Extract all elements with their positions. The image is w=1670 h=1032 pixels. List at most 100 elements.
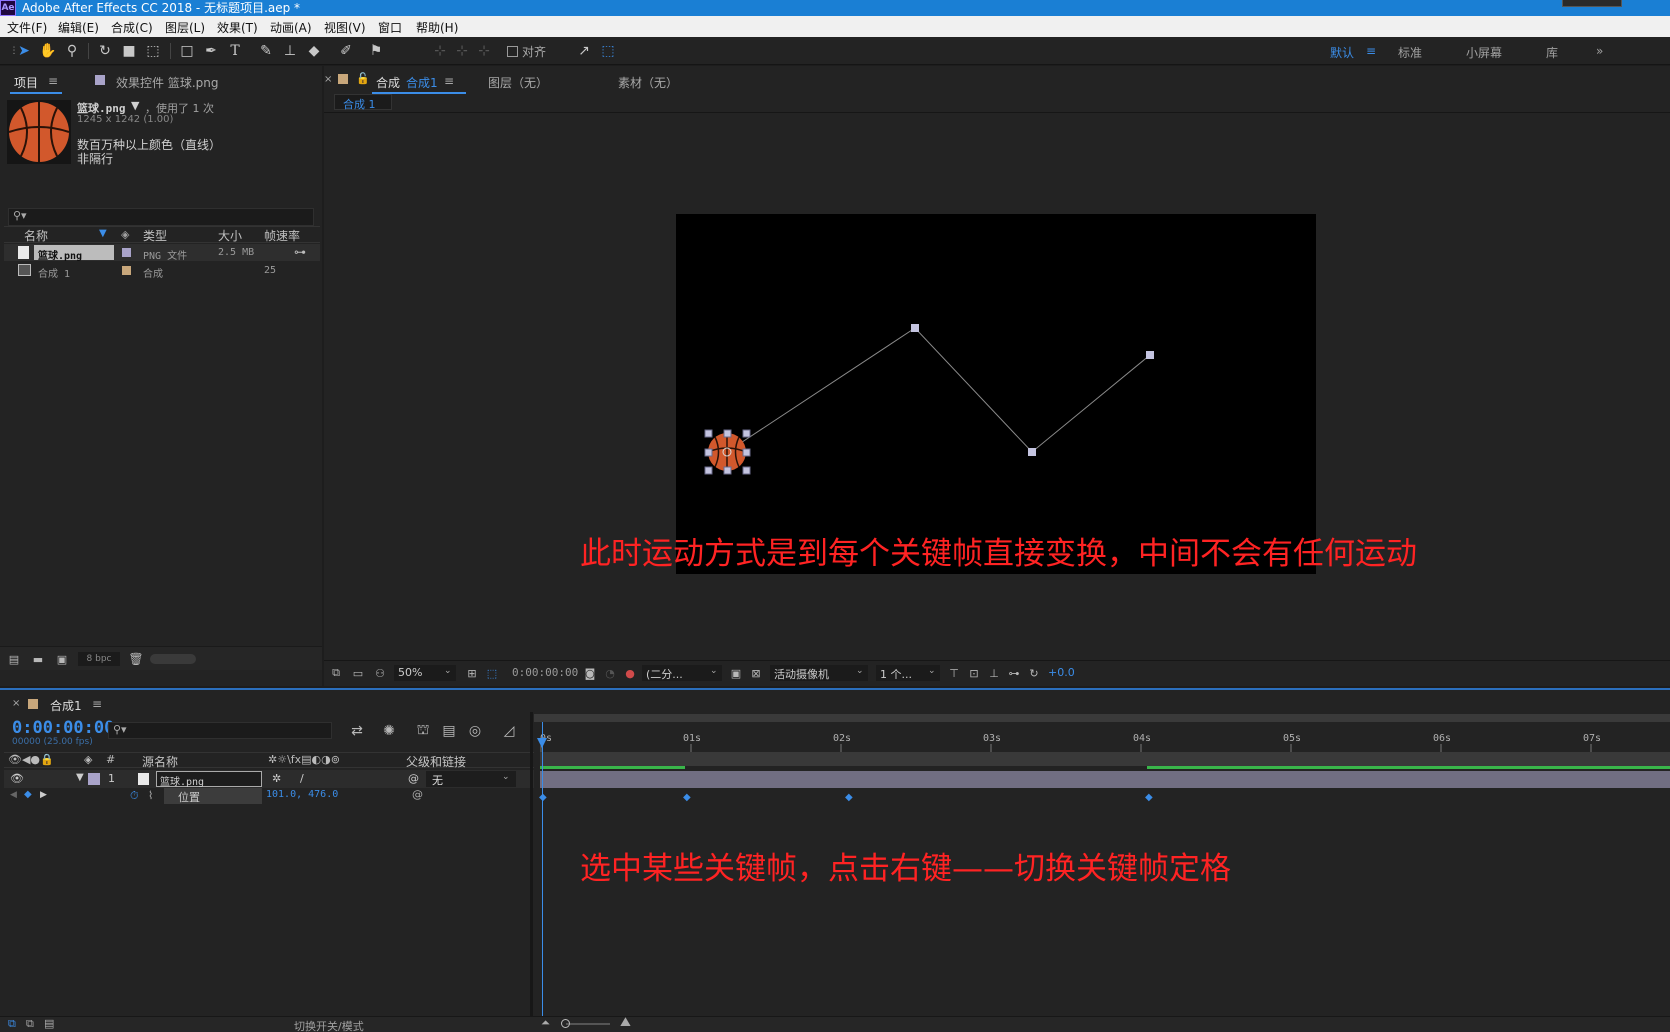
layer-name-field[interactable]: 篮球.png	[156, 771, 262, 788]
snap-grid-icon[interactable]: ⬚	[598, 41, 618, 61]
draft-3d-icon[interactable]: ✺	[380, 722, 398, 740]
menu-view[interactable]: 视图(V)	[324, 19, 366, 36]
project-search-input[interactable]: ⚲▾	[8, 208, 314, 226]
prev-keyframe-icon[interactable]: ◀	[10, 790, 17, 800]
tab-timeline-comp[interactable]: 合成1	[50, 697, 82, 714]
graph-editor-icon[interactable]: ◿	[500, 722, 518, 740]
flowchart-icon[interactable]: ⊶	[294, 245, 306, 259]
menu-composition[interactable]: 合成(C)	[111, 19, 153, 36]
layer-switches-pane-icon[interactable]: ⧉	[8, 1017, 16, 1031]
column-size[interactable]: 大小	[218, 227, 242, 243]
label-tag-icon[interactable]: ◈	[84, 753, 92, 766]
interpret-footage-icon[interactable]: ▤	[6, 651, 22, 667]
quality-switch-icon[interactable]: /	[300, 772, 304, 785]
world-axis-icon[interactable]: ⊹	[452, 41, 472, 61]
timeline-splitter[interactable]	[530, 712, 533, 1020]
expand-chevron-down-icon[interactable]: ▼	[76, 772, 84, 783]
tab-project[interactable]: 项目	[14, 74, 38, 91]
menu-edit[interactable]: 编辑(E)	[58, 19, 99, 36]
playhead[interactable]	[542, 722, 543, 1020]
transparency-toggle-icon[interactable]: ⊠	[748, 665, 764, 681]
fit-frame-icon[interactable]: ⊞	[464, 665, 480, 681]
modes-pane-icon[interactable]: ⧉	[26, 1017, 34, 1031]
fast-preview-icon[interactable]: ⊡	[966, 665, 982, 681]
column-source-name[interactable]: 源名称	[142, 753, 178, 770]
transparency-grid-icon[interactable]: ⬚	[484, 665, 500, 681]
column-name[interactable]: 名称	[24, 227, 48, 243]
roto-brush-tool-icon[interactable]: ✐	[336, 41, 356, 61]
tab-effect-controls[interactable]: 效果控件 篮球.png	[116, 74, 218, 91]
view-axis-icon[interactable]: ⊹	[474, 41, 494, 61]
layer-switches-icon[interactable]: ✲☼\fx▤◐◑⊚	[268, 753, 340, 766]
column-parent-link[interactable]: 父级和链接	[406, 753, 466, 770]
always-preview-icon[interactable]: ⧉	[328, 665, 344, 681]
label-color-swatch[interactable]	[122, 266, 131, 275]
timeline-keyframe[interactable]: ◆	[683, 792, 691, 803]
region-of-interest-icon[interactable]: ▣	[728, 665, 744, 681]
thumbnail-slider[interactable]	[150, 654, 196, 664]
menu-effect[interactable]: 效果(T)	[217, 19, 258, 36]
position-value[interactable]: 101.0, 476.0	[266, 789, 338, 800]
window-controls[interactable]	[1562, 0, 1622, 7]
timeline-icon[interactable]: ⊥	[986, 665, 1002, 681]
workspace-libraries[interactable]: 库	[1546, 44, 1558, 61]
selection-tool-icon[interactable]: ➤	[14, 41, 34, 61]
zoom-select[interactable]: 50% ⌄	[394, 665, 456, 681]
zoom-slider-track[interactable]	[566, 1023, 610, 1025]
zoom-in-icon[interactable]: ⛰	[620, 1015, 631, 1030]
layer-duration-bar[interactable]	[540, 771, 1670, 788]
camera-snapshot-icon[interactable]: ◙	[582, 665, 598, 681]
composition-mini-flowchart-icon[interactable]: ⇄	[348, 722, 366, 740]
visibility-eye-icon[interactable]: 👁	[10, 772, 24, 785]
bit-depth-button[interactable]: 8 bpc	[78, 652, 120, 666]
timeline-keyframe[interactable]: ◆	[845, 792, 853, 803]
text-tool-icon[interactable]: T	[225, 41, 245, 61]
new-composition-icon[interactable]: ▣	[54, 651, 70, 667]
menu-file[interactable]: 文件(F)	[7, 19, 47, 36]
work-area-bar[interactable]	[534, 714, 1670, 722]
exposure-value[interactable]: +0.0	[1048, 666, 1075, 679]
workspace-menu-icon[interactable]: ≡	[1366, 44, 1376, 58]
close-icon[interactable]: ×	[12, 698, 20, 709]
workspace-small-screen[interactable]: 小屏幕	[1466, 44, 1502, 61]
brush-tool-icon[interactable]: ✎	[256, 41, 276, 61]
monitor-icon[interactable]: ▭	[350, 665, 366, 681]
tab-composition[interactable]: 合成1	[406, 74, 438, 91]
show-snapshot-icon[interactable]: ◔	[602, 665, 618, 681]
in-out-pane-icon[interactable]: ▤	[44, 1017, 54, 1030]
breadcrumb[interactable]: 合成 1	[334, 94, 392, 112]
eraser-tool-icon[interactable]: ◆	[304, 41, 324, 61]
expression-pickwhip-icon[interactable]: @	[412, 788, 423, 801]
hide-shy-layers-icon[interactable]: ⛫	[414, 722, 432, 740]
views-select[interactable]: 1 个... ⌄	[876, 665, 940, 681]
label-tag-icon[interactable]: ◈	[121, 228, 129, 241]
collapse-transform-icon[interactable]: ✲	[272, 772, 281, 785]
label-color-swatch[interactable]	[122, 248, 131, 257]
breadcrumb-comp[interactable]: 合成 1	[343, 96, 376, 112]
pixel-aspect-icon[interactable]: ⊤	[946, 665, 962, 681]
rectangle-tool-icon[interactable]: □	[177, 41, 197, 61]
panel-menu-icon[interactable]: ≡	[92, 697, 102, 711]
pen-tool-icon[interactable]: ✒	[201, 41, 221, 61]
av-switches-icon[interactable]: 👁◀●🔒	[8, 753, 54, 766]
graph-icon[interactable]: ⌇	[148, 789, 153, 802]
new-folder-icon[interactable]: ▬	[30, 651, 46, 667]
clone-stamp-tool-icon[interactable]: ⊥	[280, 41, 300, 61]
menu-help[interactable]: 帮助(H)	[416, 19, 458, 36]
resolution-select[interactable]: (二分... ⌄	[642, 665, 722, 681]
tab-layer[interactable]: 图层（无）	[488, 74, 548, 91]
viewer-timecode[interactable]: 0:00:00:00	[512, 666, 578, 679]
pickwhip-icon[interactable]: @	[408, 772, 419, 785]
zoom-slider-thumb[interactable]	[561, 1019, 570, 1028]
column-frame-rate[interactable]: 帧速率	[264, 227, 300, 243]
add-keyframe-icon[interactable]: ◆	[24, 789, 32, 800]
timeline-search-input[interactable]: ⚲▾	[108, 722, 332, 739]
camera-tool-icon[interactable]: ■	[119, 41, 139, 61]
hand-tool-icon[interactable]: ✋	[38, 41, 58, 61]
rotate-tool-icon[interactable]: ↻	[95, 41, 115, 61]
timeline-keyframe[interactable]: ◆	[1145, 792, 1153, 803]
tab-comp-prefix[interactable]: 合成	[376, 74, 400, 91]
sort-chevron-down-icon[interactable]: ▼	[99, 228, 107, 239]
tab-footage[interactable]: 素材（无）	[618, 74, 678, 91]
snap-options-icon[interactable]: ↗	[574, 41, 594, 61]
